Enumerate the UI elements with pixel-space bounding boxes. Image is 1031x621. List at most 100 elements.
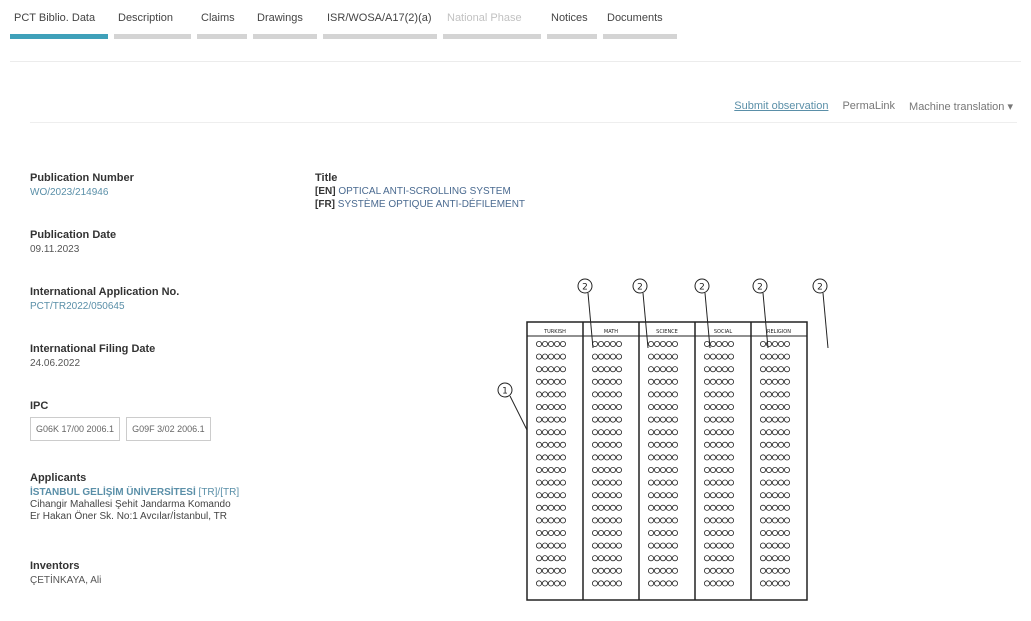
tab-label: Drawings [257,12,303,24]
inventor-name: ÇETİNKAYA, Ali [30,575,102,586]
answer-bubble [647,555,654,562]
applicant-country: [TR]/[TR] [198,487,240,498]
answer-bubble [542,542,549,549]
answer-bubble [592,416,599,423]
answer-bubble [616,454,623,461]
answer-bubble [765,454,772,461]
answer-bubble [647,429,654,436]
answer-bubble [715,542,722,549]
answer-bubble [542,341,549,348]
answer-bubble [759,504,766,511]
answer-bubble [598,504,605,511]
answer-bubble [777,378,784,385]
answer-bubble [604,542,611,549]
answer-bubble [548,567,555,574]
answer-bubble [777,517,784,524]
answer-bubble [703,529,710,536]
answer-bubble [536,479,543,486]
answer-bubble [703,341,710,348]
answer-bubble [703,466,710,473]
patent-figure[interactable]: TURKISH MATH SCIENCE SOCIAL RELIGION 2 2 2 2 2 1 [490,270,840,610]
answer-bubble [647,353,654,360]
answer-bubble [783,416,790,423]
answer-bubble [721,353,728,360]
inventors-field: Inventors ÇETİNKAYA, Ali [30,560,290,586]
answer-bubble [598,429,605,436]
answer-bubble [759,429,766,436]
answer-bubble [765,441,772,448]
ipc-chip[interactable]: G09F 3/02 2006.1 [126,417,211,441]
answer-bubble [759,378,766,385]
tab-notices[interactable]: Notices [547,0,597,42]
permalink-link[interactable]: PermaLink [842,100,895,113]
tab-isr-wosa[interactable]: ISR/WOSA/A17(2)(a) [323,0,437,42]
ipc-chip[interactable]: G06K 17/00 2006.1 [30,417,121,441]
answer-bubble [542,479,549,486]
answer-bubble [598,555,605,562]
field-label: International Filing Date [30,343,156,355]
answer-bubble [659,366,666,373]
answer-bubble [542,504,549,511]
answer-bubble [709,353,716,360]
answer-bubble [665,542,672,549]
answer-bubble [536,517,543,524]
answer-bubble [783,403,790,410]
answer-bubble [765,580,772,587]
answer-bubble [727,492,734,499]
answer-bubble [610,529,617,536]
answer-bubble [671,542,678,549]
answer-bubble [709,391,716,398]
machine-translation-dropdown[interactable]: Machine translation ▾ [909,100,1013,113]
answer-bubble [653,441,660,448]
tab-description[interactable]: Description [114,0,191,42]
tab-pct-biblio-data[interactable]: PCT Biblio. Data [10,0,108,42]
applicant-name[interactable]: İSTANBUL GELİŞİM ÜNİVERSİTESİ [30,487,196,498]
answer-bubble [703,366,710,373]
answer-bubble [536,466,543,473]
answer-bubble [715,580,722,587]
submit-observation-link[interactable]: Submit observation [734,100,828,113]
answer-bubble [548,366,555,373]
answer-bubble [560,479,567,486]
answer-bubble [671,517,678,524]
answer-bubble [671,492,678,499]
answer-bubble [604,580,611,587]
answer-bubble [536,366,543,373]
answer-bubble [647,504,654,511]
answer-bubble [777,529,784,536]
answer-bubble [715,429,722,436]
application-number-value[interactable]: PCT/TR2022/050645 [30,301,290,312]
answer-bubble [647,542,654,549]
answer-bubble [659,580,666,587]
answer-bubble [616,567,623,574]
answer-bubble [777,416,784,423]
answer-bubble [536,555,543,562]
answer-bubble [727,366,734,373]
answer-bubble [653,479,660,486]
answer-bubble [560,567,567,574]
answer-bubble [771,454,778,461]
answer-bubble [709,492,716,499]
answer-bubble [721,517,728,524]
leader-line [509,395,528,431]
answer-bubble [560,366,567,373]
tab-claims[interactable]: Claims [197,0,247,42]
answer-bubble [554,580,561,587]
answer-bubble [536,567,543,574]
tab-underline [547,34,597,39]
answer-bubble [647,580,654,587]
answer-bubble [536,391,543,398]
answer-bubble [647,378,654,385]
answer-bubble [777,341,784,348]
tab-drawings[interactable]: Drawings [253,0,317,42]
answer-bubble [592,542,599,549]
answer-bubble [665,567,672,574]
answer-bubble [765,517,772,524]
answer-bubble [592,403,599,410]
answer-bubble [783,580,790,587]
answer-bubble [659,378,666,385]
tab-documents[interactable]: Documents [603,0,677,42]
field-label: Applicants [30,472,87,484]
publication-number-value[interactable]: WO/2023/214946 [30,187,290,198]
answer-bubble [548,555,555,562]
